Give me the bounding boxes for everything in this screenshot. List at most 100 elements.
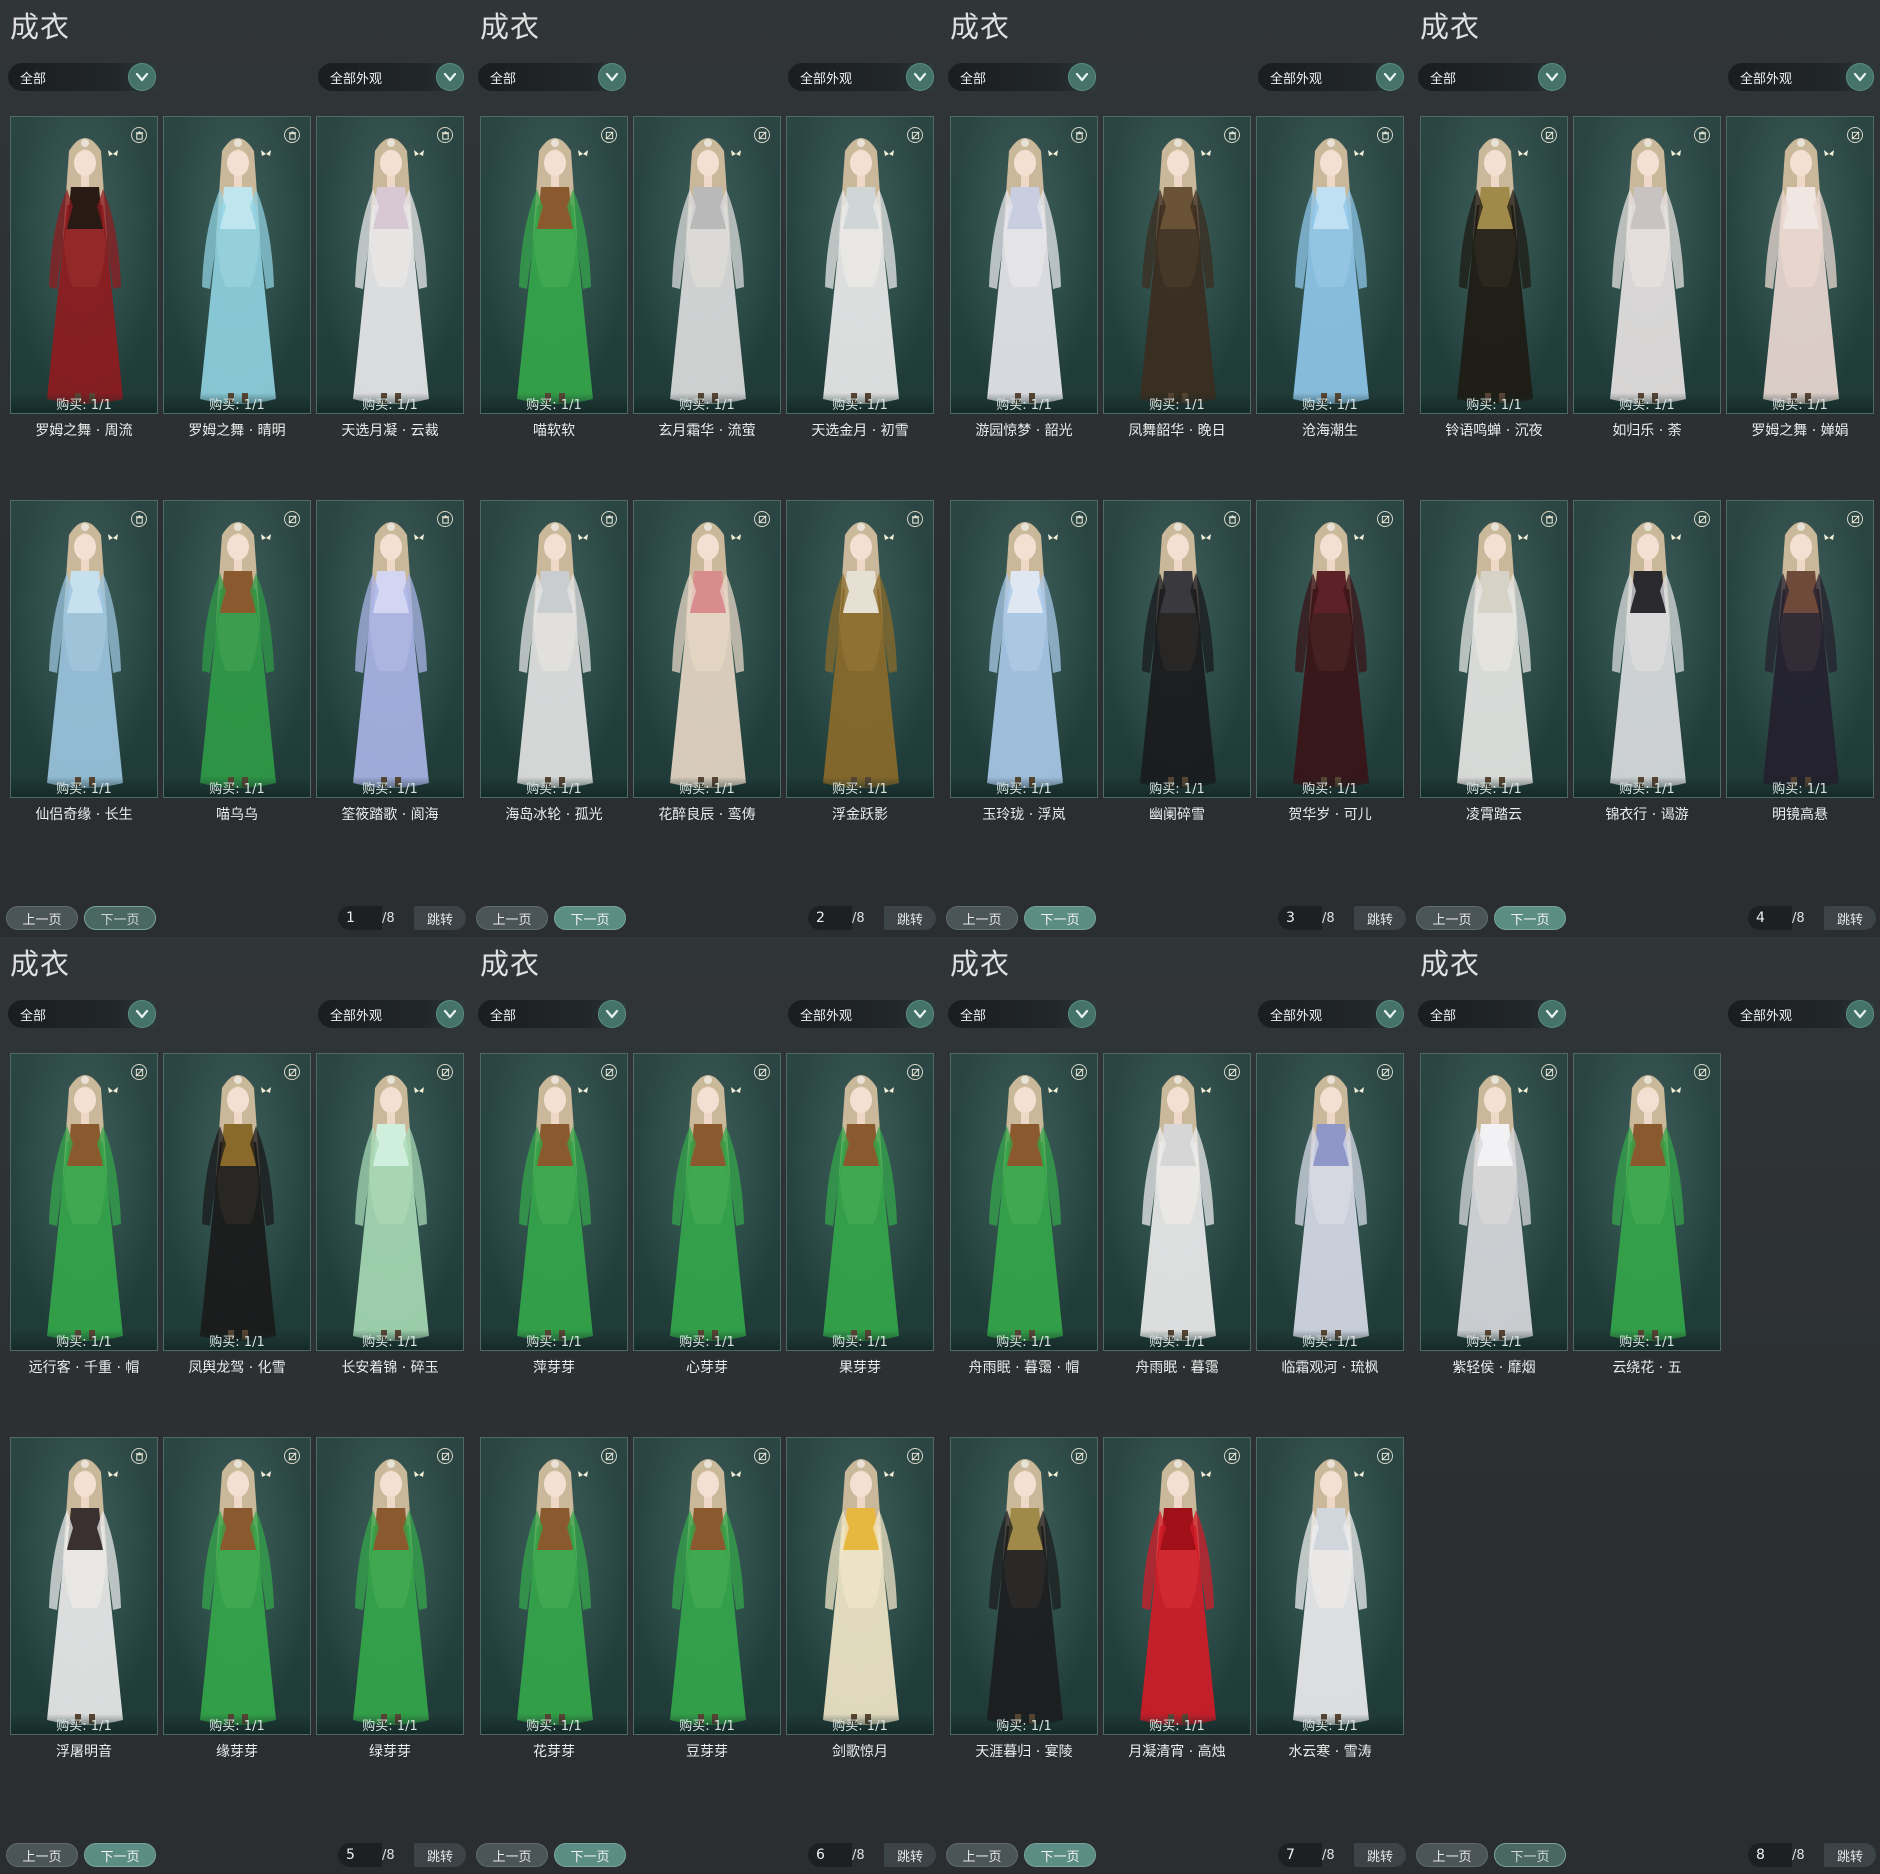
outfit-card[interactable]: 购买: 1/1 bbox=[1726, 500, 1874, 798]
page-number-input[interactable]: 7 bbox=[1278, 1843, 1322, 1867]
next-page-button[interactable]: 下一页 bbox=[554, 906, 626, 930]
chevron-down-icon[interactable] bbox=[128, 63, 156, 91]
appearance-filter-dropdown[interactable]: 全部外观 bbox=[1258, 1000, 1404, 1028]
outfit-card[interactable]: 购买: 1/1 bbox=[10, 1437, 158, 1735]
jump-page-button[interactable]: 跳转 bbox=[884, 1843, 936, 1867]
chevron-down-icon[interactable] bbox=[1068, 1000, 1096, 1028]
prev-page-button[interactable]: 上一页 bbox=[946, 1843, 1018, 1867]
outfit-card[interactable]: 购买: 1/1 bbox=[10, 116, 158, 414]
outfit-card[interactable]: 购买: 1/1 bbox=[163, 1053, 311, 1351]
outfit-card[interactable]: 购买: 1/1 bbox=[480, 1053, 628, 1351]
jump-page-button[interactable]: 跳转 bbox=[1824, 906, 1876, 930]
jump-page-button[interactable]: 跳转 bbox=[1354, 1843, 1406, 1867]
category-filter-dropdown[interactable]: 全部 bbox=[948, 1000, 1096, 1028]
appearance-filter-dropdown[interactable]: 全部外观 bbox=[1258, 63, 1404, 91]
outfit-card[interactable]: 购买: 1/1 bbox=[316, 500, 464, 798]
next-page-button[interactable]: 下一页 bbox=[1024, 906, 1096, 930]
outfit-card[interactable]: 购买: 1/1 bbox=[786, 1053, 934, 1351]
outfit-card[interactable]: 购买: 1/1 bbox=[1726, 116, 1874, 414]
outfit-card[interactable]: 购买: 1/1 bbox=[1420, 500, 1568, 798]
appearance-filter-dropdown[interactable]: 全部外观 bbox=[318, 1000, 464, 1028]
appearance-filter-dropdown[interactable]: 全部外观 bbox=[788, 1000, 934, 1028]
chevron-down-icon[interactable] bbox=[1068, 63, 1096, 91]
prev-page-button[interactable]: 上一页 bbox=[476, 1843, 548, 1867]
jump-page-button[interactable]: 跳转 bbox=[1824, 1843, 1876, 1867]
chevron-down-icon[interactable] bbox=[1538, 63, 1566, 91]
outfit-card[interactable]: 购买: 1/1 bbox=[316, 116, 464, 414]
appearance-filter-dropdown[interactable]: 全部外观 bbox=[318, 63, 464, 91]
outfit-card[interactable]: 购买: 1/1 bbox=[633, 116, 781, 414]
outfit-card[interactable]: 购买: 1/1 bbox=[950, 1053, 1098, 1351]
outfit-card[interactable]: 购买: 1/1 bbox=[1103, 1437, 1251, 1735]
jump-page-button[interactable]: 跳转 bbox=[414, 906, 466, 930]
page-number-input[interactable]: 1 bbox=[338, 906, 382, 930]
outfit-card[interactable]: 购买: 1/1 bbox=[1573, 116, 1721, 414]
prev-page-button[interactable]: 上一页 bbox=[6, 906, 78, 930]
outfit-card[interactable]: 购买: 1/1 bbox=[1256, 1053, 1404, 1351]
outfit-card[interactable]: 购买: 1/1 bbox=[163, 1437, 311, 1735]
outfit-card[interactable]: 购买: 1/1 bbox=[1420, 1053, 1568, 1351]
outfit-card[interactable]: 购买: 1/1 bbox=[950, 1437, 1098, 1735]
chevron-down-icon[interactable] bbox=[906, 1000, 934, 1028]
category-filter-dropdown[interactable]: 全部 bbox=[478, 63, 626, 91]
outfit-card[interactable]: 购买: 1/1 bbox=[480, 116, 628, 414]
chevron-down-icon[interactable] bbox=[1846, 1000, 1874, 1028]
chevron-down-icon[interactable] bbox=[1376, 1000, 1404, 1028]
page-number-input[interactable]: 2 bbox=[808, 906, 852, 930]
page-number-input[interactable]: 8 bbox=[1748, 1843, 1792, 1867]
next-page-button[interactable]: 下一页 bbox=[84, 906, 156, 930]
outfit-card[interactable]: 购买: 1/1 bbox=[10, 1053, 158, 1351]
next-page-button[interactable]: 下一页 bbox=[84, 1843, 156, 1867]
category-filter-dropdown[interactable]: 全部 bbox=[8, 63, 156, 91]
chevron-down-icon[interactable] bbox=[1846, 63, 1874, 91]
page-number-input[interactable]: 3 bbox=[1278, 906, 1322, 930]
outfit-card[interactable]: 购买: 1/1 bbox=[480, 500, 628, 798]
outfit-card[interactable]: 购买: 1/1 bbox=[786, 116, 934, 414]
outfit-card[interactable]: 购买: 1/1 bbox=[633, 1437, 781, 1735]
page-number-input[interactable]: 5 bbox=[338, 1843, 382, 1867]
outfit-card[interactable]: 购买: 1/1 bbox=[1256, 116, 1404, 414]
outfit-card[interactable]: 购买: 1/1 bbox=[163, 500, 311, 798]
chevron-down-icon[interactable] bbox=[128, 1000, 156, 1028]
chevron-down-icon[interactable] bbox=[598, 1000, 626, 1028]
chevron-down-icon[interactable] bbox=[906, 63, 934, 91]
prev-page-button[interactable]: 上一页 bbox=[476, 906, 548, 930]
category-filter-dropdown[interactable]: 全部 bbox=[1418, 63, 1566, 91]
outfit-card[interactable]: 购买: 1/1 bbox=[633, 500, 781, 798]
outfit-card[interactable]: 购买: 1/1 bbox=[1103, 500, 1251, 798]
jump-page-button[interactable]: 跳转 bbox=[884, 906, 936, 930]
chevron-down-icon[interactable] bbox=[436, 63, 464, 91]
chevron-down-icon[interactable] bbox=[436, 1000, 464, 1028]
outfit-card[interactable]: 购买: 1/1 bbox=[316, 1053, 464, 1351]
outfit-card[interactable]: 购买: 1/1 bbox=[480, 1437, 628, 1735]
chevron-down-icon[interactable] bbox=[1376, 63, 1404, 91]
jump-page-button[interactable]: 跳转 bbox=[414, 1843, 466, 1867]
category-filter-dropdown[interactable]: 全部 bbox=[948, 63, 1096, 91]
outfit-card[interactable]: 购买: 1/1 bbox=[1256, 1437, 1404, 1735]
outfit-card[interactable]: 购买: 1/1 bbox=[1573, 1053, 1721, 1351]
appearance-filter-dropdown[interactable]: 全部外观 bbox=[788, 63, 934, 91]
category-filter-dropdown[interactable]: 全部 bbox=[8, 1000, 156, 1028]
next-page-button[interactable]: 下一页 bbox=[1024, 1843, 1096, 1867]
prev-page-button[interactable]: 上一页 bbox=[946, 906, 1018, 930]
page-number-input[interactable]: 4 bbox=[1748, 906, 1792, 930]
category-filter-dropdown[interactable]: 全部 bbox=[1418, 1000, 1566, 1028]
outfit-card[interactable]: 购买: 1/1 bbox=[1103, 1053, 1251, 1351]
outfit-card[interactable]: 购买: 1/1 bbox=[316, 1437, 464, 1735]
prev-page-button[interactable]: 上一页 bbox=[6, 1843, 78, 1867]
appearance-filter-dropdown[interactable]: 全部外观 bbox=[1728, 63, 1874, 91]
outfit-card[interactable]: 购买: 1/1 bbox=[1420, 116, 1568, 414]
outfit-card[interactable]: 购买: 1/1 bbox=[163, 116, 311, 414]
category-filter-dropdown[interactable]: 全部 bbox=[478, 1000, 626, 1028]
outfit-card[interactable]: 购买: 1/1 bbox=[786, 1437, 934, 1735]
page-number-input[interactable]: 6 bbox=[808, 1843, 852, 1867]
outfit-card[interactable]: 购买: 1/1 bbox=[950, 500, 1098, 798]
chevron-down-icon[interactable] bbox=[1538, 1000, 1566, 1028]
prev-page-button[interactable]: 上一页 bbox=[1416, 906, 1488, 930]
prev-page-button[interactable]: 上一页 bbox=[1416, 1843, 1488, 1867]
outfit-card[interactable]: 购买: 1/1 bbox=[950, 116, 1098, 414]
outfit-card[interactable]: 购买: 1/1 bbox=[1256, 500, 1404, 798]
jump-page-button[interactable]: 跳转 bbox=[1354, 906, 1406, 930]
next-page-button[interactable]: 下一页 bbox=[1494, 906, 1566, 930]
next-page-button[interactable]: 下一页 bbox=[1494, 1843, 1566, 1867]
